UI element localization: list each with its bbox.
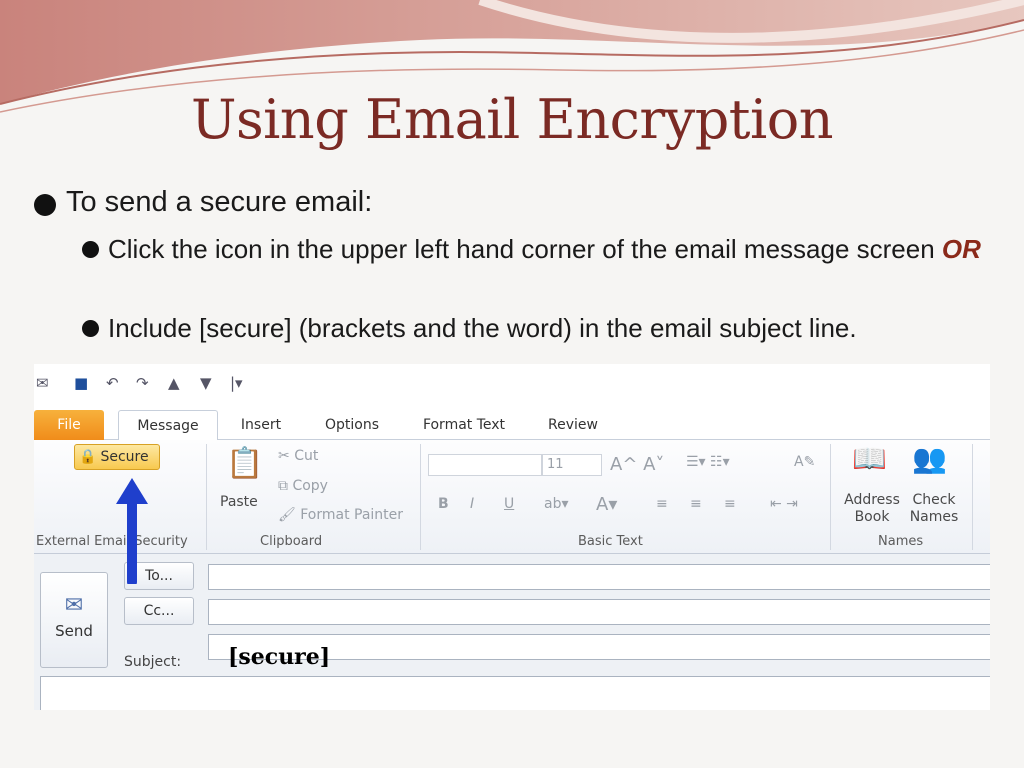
paste-button[interactable]: Paste <box>220 494 258 510</box>
tab-format-text[interactable]: Format Text <box>414 410 514 440</box>
undo-icon[interactable]: ↶ <box>106 374 119 392</box>
message-body[interactable] <box>40 676 990 710</box>
brush-icon: 🖌 <box>278 507 301 523</box>
align-center-icon[interactable]: ≡ <box>690 496 702 512</box>
group-clipboard: Clipboard <box>260 534 323 549</box>
ribbon-tabs: File Message Insert Options Format Text … <box>34 408 990 441</box>
send-label: Send <box>55 622 93 640</box>
bullet-send-secure: To send a secure email: <box>20 186 372 219</box>
lock-icon: 🔒 <box>79 449 97 465</box>
slide-title: Using Email Encryption <box>190 88 834 151</box>
font-name-combo[interactable] <box>428 454 542 476</box>
copy-button[interactable]: ⧉ Copy <box>278 478 328 494</box>
cut-label: Cut <box>294 448 319 464</box>
outlook-screenshot: ✉ ■ ↶ ↷ ▲ ▼ |▾ File Message Insert Optio… <box>34 364 990 710</box>
sub-bullet-text: Click the icon in the upper left hand co… <box>108 231 981 267</box>
quick-access-toolbar: ✉ ■ ↶ ↷ ▲ ▼ |▾ <box>34 364 990 404</box>
clear-format-icon[interactable]: A✎ <box>794 454 815 470</box>
subject-value: [secure] <box>228 644 331 670</box>
tab-review[interactable]: Review <box>538 410 608 440</box>
format-painter-button[interactable]: 🖌 Format Painter <box>278 507 403 523</box>
address-book-icon[interactable]: 📖 <box>852 442 887 475</box>
sub-bullet-include-secure: Include [secure] (brackets and the word)… <box>82 310 982 346</box>
copy-icon: ⧉ <box>278 478 293 494</box>
copy-label: Copy <box>292 478 328 494</box>
send-button[interactable]: ✉ Send <box>40 572 108 668</box>
font-size-combo[interactable]: 11 <box>542 454 602 476</box>
sub-bullet-body: Click the icon in the upper left hand co… <box>108 234 942 264</box>
align-left-icon[interactable]: ≡ <box>656 496 668 512</box>
envelope-icon: ✉ <box>64 593 84 618</box>
check-names-icon[interactable]: 👥 <box>912 442 947 475</box>
secure-button[interactable]: 🔒 Secure <box>74 444 160 470</box>
down-arrow-icon[interactable]: ▼ <box>200 374 212 392</box>
bullet-dot <box>82 320 99 337</box>
cc-button[interactable]: Cc... <box>124 597 194 625</box>
bullet-dot <box>82 241 99 258</box>
ribbon: 🔒 Secure External Email Security 📋 Paste… <box>34 440 990 554</box>
bullet-text: To send a secure email: <box>66 186 373 218</box>
save-icon[interactable]: ■ <box>74 374 88 392</box>
secure-label: Secure <box>100 449 149 465</box>
up-arrow-icon[interactable]: ▲ <box>168 374 180 392</box>
group-names: Names <box>878 534 924 549</box>
indent-icon[interactable]: ⇤ ⇥ <box>770 496 798 512</box>
sub-bullet-click-icon: Click the icon in the upper left hand co… <box>82 231 982 267</box>
tab-options[interactable]: Options <box>312 410 392 440</box>
address-book-button[interactable]: Address Book <box>842 492 902 526</box>
cc-field[interactable] <box>208 599 990 625</box>
highlight-icon[interactable]: ab▾ <box>544 496 569 512</box>
font-color-icon[interactable]: A▾ <box>596 494 617 515</box>
tab-insert[interactable]: Insert <box>230 410 292 440</box>
sub-bullet-text: Include [secure] (brackets and the word)… <box>108 313 857 343</box>
or-emphasis: OR <box>941 234 981 264</box>
group-divider <box>420 444 421 550</box>
bold-icon[interactable]: B <box>438 496 449 512</box>
bullets-icon[interactable]: ☰▾ ☷▾ <box>686 454 730 470</box>
tab-message[interactable]: Message <box>118 410 218 441</box>
underline-icon[interactable]: U <box>504 496 514 512</box>
subject-label: Subject: <box>124 654 182 670</box>
group-divider <box>830 444 831 550</box>
check-names-button[interactable]: Check Names <box>906 492 962 526</box>
paste-icon[interactable]: 📋 <box>226 446 263 481</box>
scissors-icon: ✂ <box>278 448 295 464</box>
cut-button[interactable]: ✂ Cut <box>278 448 318 464</box>
compose-area: ✉ Send To... Cc... Subject: [secure] <box>34 554 990 710</box>
to-field[interactable] <box>208 564 990 590</box>
group-divider <box>972 444 973 550</box>
bullet-dot <box>34 194 56 216</box>
redo-icon[interactable]: ↷ <box>136 374 149 392</box>
customize-toolbar-icon[interactable]: |▾ <box>230 374 243 392</box>
align-right-icon[interactable]: ≡ <box>724 496 736 512</box>
app-icon[interactable]: ✉ <box>36 374 49 392</box>
group-divider <box>206 444 207 550</box>
italic-icon[interactable]: I <box>470 496 474 512</box>
tab-file[interactable]: File <box>34 410 104 440</box>
format-painter-label: Format Painter <box>300 507 404 523</box>
annotation-arrow <box>116 478 148 584</box>
font-size-value: 11 <box>547 457 564 472</box>
group-basic-text: Basic Text <box>578 534 643 549</box>
grow-font-icon[interactable]: A^ A˅ <box>610 454 664 475</box>
